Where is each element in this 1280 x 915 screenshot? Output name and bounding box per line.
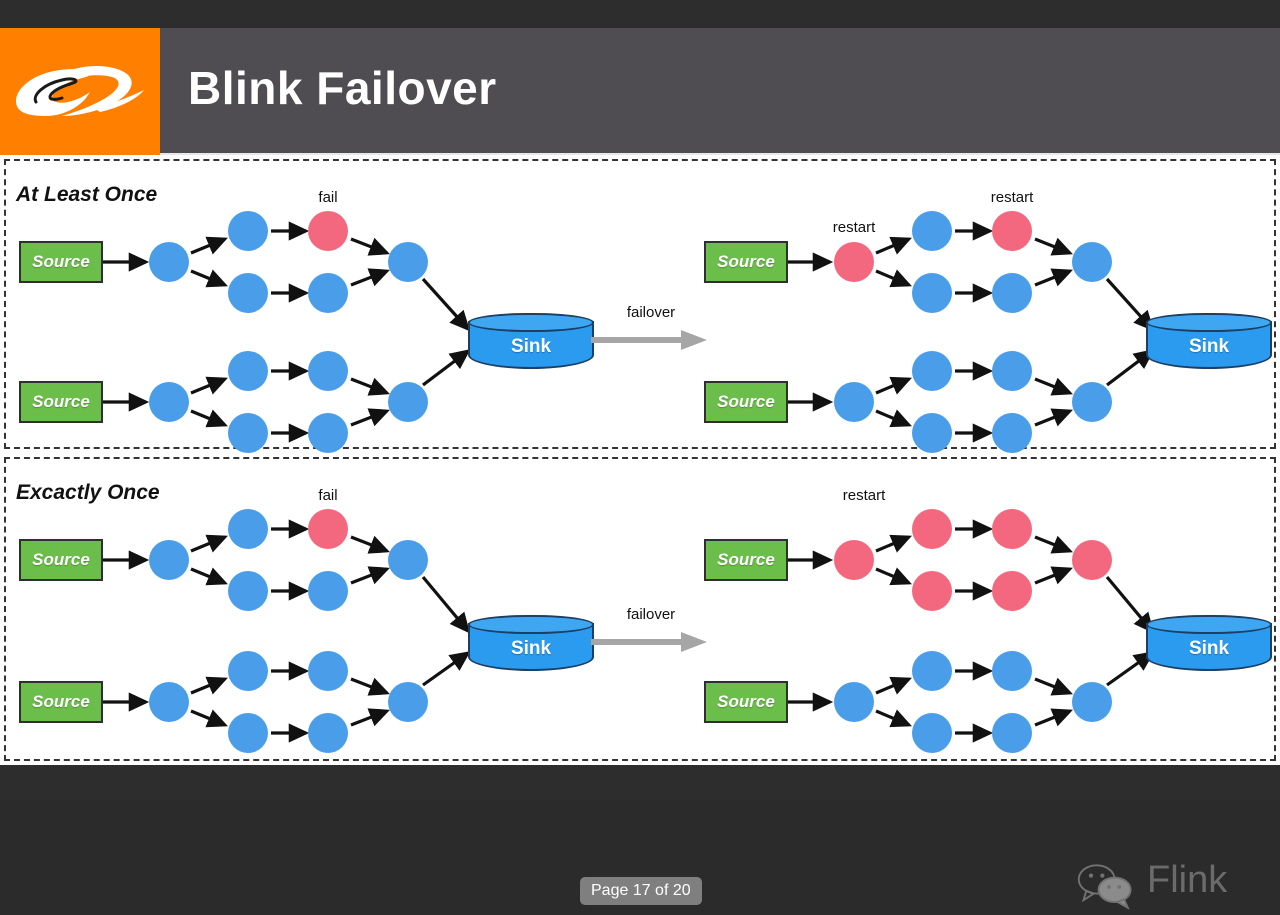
brand-logo-block — [0, 28, 160, 155]
sink-lid — [1146, 313, 1272, 332]
source-node: Source — [19, 681, 103, 723]
failed-task-node — [308, 211, 348, 251]
task-node — [149, 540, 189, 580]
task-node — [1072, 682, 1112, 722]
sink-label: Sink — [1188, 336, 1230, 357]
sink-label: Sink — [510, 336, 552, 357]
source-node: Source — [704, 241, 788, 283]
restarted-task-node — [992, 211, 1032, 251]
sink-lid — [1146, 615, 1272, 634]
task-node — [992, 273, 1032, 313]
task-node — [228, 211, 268, 251]
graph-at-least-once: Source Source fail Sink failover Source … — [6, 161, 1274, 453]
task-node — [228, 651, 268, 691]
task-node — [149, 242, 189, 282]
restarted-task-node — [992, 509, 1032, 549]
sink-label: Sink — [1188, 638, 1230, 659]
right-arrow-icon — [591, 337, 683, 343]
watermark-label: Flink — [1147, 859, 1228, 901]
failover-label: failover — [626, 606, 676, 623]
sink-node: Sink — [1146, 313, 1272, 369]
failed-task-node — [308, 509, 348, 549]
restarted-task-node — [912, 509, 952, 549]
task-node — [228, 713, 268, 753]
sink-node: Sink — [468, 615, 594, 671]
task-node — [228, 571, 268, 611]
page-title: Blink Failover — [188, 62, 497, 114]
source-node: Source — [704, 681, 788, 723]
sink-label: Sink — [510, 638, 552, 659]
source-node: Source — [704, 539, 788, 581]
task-node — [992, 713, 1032, 753]
failover-label: failover — [626, 304, 676, 321]
task-node — [912, 651, 952, 691]
task-node — [388, 382, 428, 422]
sink-node: Sink — [1146, 615, 1272, 671]
task-node — [388, 242, 428, 282]
task-node — [228, 509, 268, 549]
task-node — [992, 413, 1032, 453]
failover-transition-at-least-once: failover — [591, 304, 711, 358]
slide-header: Blink Failover — [0, 28, 1280, 155]
slide-frame: Blink Failover At Least Once Source Sour… — [0, 0, 1280, 910]
panel-at-least-once: At Least Once Source Source fail Sink fa… — [4, 159, 1276, 453]
task-node — [912, 211, 952, 251]
task-node — [834, 682, 874, 722]
task-node — [992, 351, 1032, 391]
task-node — [1072, 382, 1112, 422]
source-node: Source — [19, 539, 103, 581]
restarted-task-node — [1072, 540, 1112, 580]
task-node — [912, 413, 952, 453]
task-node — [912, 713, 952, 753]
sink-lid — [468, 615, 594, 634]
right-arrow-head-icon — [681, 330, 707, 350]
slide-body: At Least Once Source Source fail Sink fa… — [0, 155, 1280, 910]
task-node — [149, 382, 189, 422]
task-node — [308, 413, 348, 453]
task-node — [992, 651, 1032, 691]
source-node: Source — [19, 381, 103, 423]
restart-label: restart — [842, 487, 886, 504]
task-node — [912, 273, 952, 313]
alibaba-logo-icon — [16, 66, 144, 116]
right-arrow-icon — [591, 639, 683, 645]
task-node — [149, 682, 189, 722]
graph-exactly-once: Source Source fail Sink failover Source … — [6, 459, 1274, 759]
task-node — [388, 682, 428, 722]
flink-watermark: Flink — [1075, 855, 1265, 915]
right-arrow-head-icon — [681, 632, 707, 652]
sink-node: Sink — [468, 313, 594, 369]
restarted-task-node — [834, 242, 874, 282]
window-top-chrome — [0, 0, 1280, 28]
restart-label: restart — [832, 219, 876, 236]
task-node — [228, 273, 268, 313]
source-node: Source — [19, 241, 103, 283]
panel-exactly-once: Excactly Once Source Source fail Sink fa… — [4, 457, 1276, 761]
restart-label: restart — [990, 189, 1034, 206]
fail-label: fail — [318, 487, 338, 504]
task-node — [228, 413, 268, 453]
task-node — [912, 351, 952, 391]
restarted-task-node — [912, 571, 952, 611]
task-node — [308, 571, 348, 611]
restarted-task-node — [834, 540, 874, 580]
task-node — [308, 273, 348, 313]
wechat-bubbles-icon — [1077, 864, 1132, 910]
task-node — [308, 713, 348, 753]
window-bottom-chrome — [0, 765, 1280, 800]
task-node — [1072, 242, 1112, 282]
failover-transition-exactly-once: failover — [591, 606, 711, 660]
task-node — [308, 351, 348, 391]
task-node — [388, 540, 428, 580]
task-node — [834, 382, 874, 422]
source-node: Source — [704, 381, 788, 423]
sink-lid — [468, 313, 594, 332]
page-indicator-badge: Page 17 of 20 — [580, 877, 702, 905]
task-node — [308, 651, 348, 691]
task-node — [228, 351, 268, 391]
restarted-task-node — [992, 571, 1032, 611]
fail-label: fail — [318, 189, 338, 206]
